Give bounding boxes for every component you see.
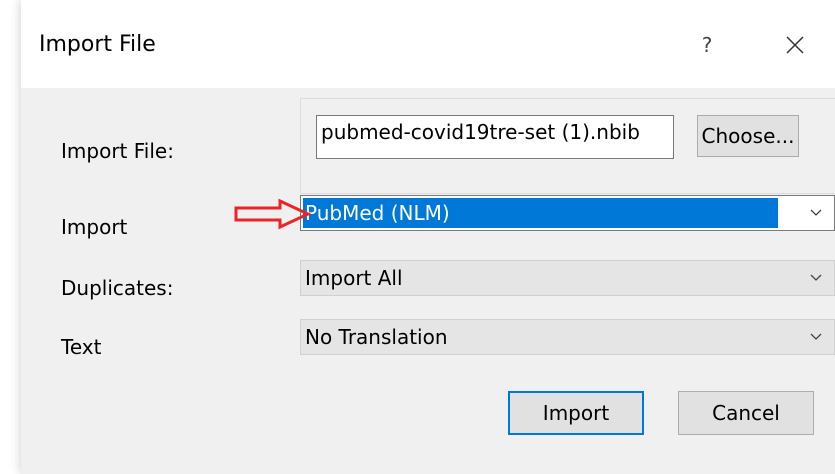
close-icon bbox=[786, 36, 804, 54]
close-button[interactable] bbox=[781, 31, 809, 59]
choose-button[interactable]: Choose... bbox=[697, 115, 799, 157]
import-filter-select[interactable]: PubMed (NLM) bbox=[300, 195, 835, 231]
red-arrow-annotation-icon bbox=[234, 198, 312, 230]
help-button[interactable]: ? bbox=[693, 30, 721, 60]
chevron-down-icon bbox=[810, 333, 822, 340]
import-file-path-field[interactable]: pubmed-covid19tre-set (1).nbib bbox=[316, 115, 674, 159]
import-button[interactable]: Import bbox=[508, 391, 644, 435]
cancel-button[interactable]: Cancel bbox=[678, 391, 814, 435]
duplicates-label: Duplicates: bbox=[61, 276, 174, 300]
import-file-label: Import File: bbox=[61, 139, 174, 163]
chevron-down-icon bbox=[810, 209, 822, 216]
dialog-body: Import File: pubmed-covid19tre-set (1).n… bbox=[21, 88, 835, 474]
title-bar: Import File ? bbox=[21, 0, 835, 88]
import-filter-label: Import bbox=[61, 215, 128, 239]
import-file-dialog: Import File ? Import File: pubmed-covid1… bbox=[21, 0, 835, 474]
text-translation-select[interactable]: No Translation bbox=[300, 319, 835, 355]
import-filter-selected-value: PubMed (NLM) bbox=[303, 198, 778, 228]
duplicates-select[interactable]: Import All bbox=[300, 260, 835, 296]
text-translation-label: Text bbox=[61, 335, 102, 359]
text-translation-selected-value: No Translation bbox=[305, 325, 448, 349]
duplicates-selected-value: Import All bbox=[305, 266, 403, 290]
chevron-down-icon bbox=[810, 274, 822, 281]
dialog-title: Import File bbox=[39, 32, 156, 57]
